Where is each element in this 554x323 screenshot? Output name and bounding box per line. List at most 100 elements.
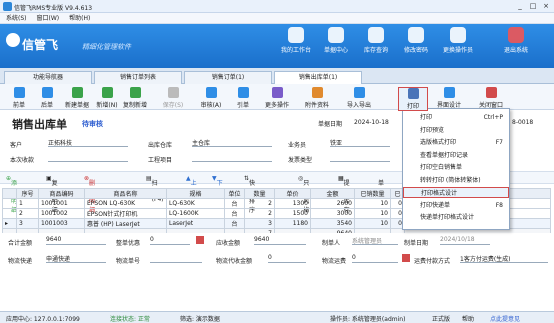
close-button[interactable]: × — [539, 1, 553, 12]
col-header[interactable]: 规格 — [166, 188, 225, 199]
print-menu-item[interactable]: 打印预览 — [403, 125, 509, 136]
tab-navigator[interactable]: 功能导航器 — [4, 71, 92, 84]
paid-by-field[interactable]: 1客方付运费(生成) — [460, 254, 548, 263]
table-cell[interactable]: 1500 — [274, 208, 311, 219]
collect-field[interactable] — [48, 153, 128, 162]
copy-add-button[interactable]: 复制新增 — [120, 87, 150, 109]
print-button[interactable]: 打印 — [398, 87, 428, 111]
stock-lookup-button[interactable]: ▦ 提货库存 — [338, 175, 350, 214]
table-cell[interactable]: LQ-1600K — [166, 208, 225, 219]
print-menu-item[interactable]: 选版格式打印 F7 — [403, 137, 509, 148]
print-menu-item[interactable]: 转转打印 (简体转繁体) — [403, 175, 509, 186]
table-cell[interactable]: 台 — [224, 198, 245, 209]
discount-field[interactable]: 0 — [150, 236, 190, 245]
col-header[interactable]: 序号 — [16, 188, 39, 199]
table-cell[interactable]: 3000 — [310, 208, 355, 219]
logistics-no-field[interactable] — [150, 254, 202, 263]
add-detail-button[interactable]: ⊕ 添加明细 — [6, 175, 17, 214]
warehouse-field[interactable]: 主仓库 — [192, 138, 272, 147]
table-cell[interactable]: 2 — [244, 198, 275, 209]
col-header[interactable]: 金额 — [310, 188, 355, 199]
col-header[interactable]: 单价 — [274, 188, 311, 199]
print-menu-item[interactable]: 打印空白销售单 — [403, 162, 509, 173]
nav-workbench[interactable]: 我的工作台 — [276, 27, 316, 54]
table-cell[interactable]: 2 — [16, 208, 39, 219]
table-cell[interactable]: 1 — [16, 198, 39, 209]
project-field[interactable] — [192, 153, 272, 162]
table-cell[interactable]: 1001001 — [38, 198, 85, 209]
move-up-button[interactable]: ▲ 上移 — [186, 175, 197, 196]
customer-field[interactable]: 正拓科技 — [48, 138, 128, 147]
date-value[interactable]: 2024-10-18 — [354, 119, 389, 126]
tab-sales-order[interactable]: 销售订单(1) — [184, 71, 272, 84]
print-menu-item[interactable]: 打印快递单 F8 — [403, 200, 509, 211]
col-header[interactable]: 已销数量 — [354, 188, 391, 199]
table-cell[interactable]: 1300 — [274, 198, 311, 209]
scan-button[interactable]: ▤ 扫码(F4) — [146, 175, 164, 203]
freight-field[interactable]: 0 — [268, 254, 306, 263]
nav-stock[interactable]: 库存查询 — [356, 27, 396, 54]
table-cell[interactable]: 台 — [224, 208, 245, 219]
add-button[interactable]: 新增(N) — [92, 87, 122, 109]
new-doc-button[interactable]: 新建单据 — [62, 87, 92, 109]
copy-detail-button[interactable]: ▣ 复制明细 — [46, 175, 58, 214]
status-help[interactable]: 帮助 — [462, 314, 474, 323]
minimize-button[interactable]: _ — [513, 1, 527, 12]
row-marker[interactable] — [2, 208, 17, 219]
table-cell[interactable]: 台 — [224, 218, 245, 229]
print-menu-item[interactable]: 快递单打印格式设计 — [403, 212, 509, 223]
table-cell[interactable]: LQ-630K — [166, 198, 225, 209]
close-window-button[interactable]: 关闭窗口 — [476, 87, 506, 109]
code-style-button[interactable]: ◎ 只码风格 — [298, 175, 309, 214]
table-cell[interactable]: 3 — [244, 218, 275, 229]
table-cell[interactable]: 10 — [354, 208, 391, 219]
table-cell[interactable]: EPSON LQ-630K — [84, 198, 167, 209]
invoice-field[interactable] — [330, 153, 390, 162]
quick-sort-button[interactable]: ⇅ 快速排序 — [244, 175, 255, 214]
doc-number[interactable]: 8-0018 — [512, 119, 533, 126]
import-doc-button[interactable]: 引单 — [228, 87, 258, 109]
prev-doc-button[interactable]: 前单 — [4, 87, 34, 109]
table-cell[interactable]: 2600 — [310, 198, 355, 209]
nav-switch-user[interactable]: 更换操作员 — [438, 27, 478, 54]
table-cell[interactable]: 10 — [354, 218, 391, 229]
next-doc-button[interactable]: 后单 — [32, 87, 62, 109]
table-cell[interactable]: 3 — [16, 218, 39, 229]
menu-window[interactable]: 窗口(W) — [37, 13, 60, 24]
table-cell[interactable]: 2 — [244, 208, 275, 219]
print-menu-item[interactable]: 查看单据打印记录 — [403, 150, 509, 161]
freight-fee-field[interactable]: 0 — [352, 254, 398, 263]
move-down-button[interactable]: ▼ 下移 — [212, 175, 223, 196]
more-actions-button[interactable]: 更多操作 — [262, 87, 292, 109]
nav-exit[interactable]: 退出系统 — [496, 27, 536, 54]
col-header[interactable]: 单位 — [224, 188, 245, 199]
table-cell[interactable]: 1001002 — [38, 208, 85, 219]
table-cell[interactable]: 3540 — [310, 218, 355, 229]
print-menu-item[interactable]: 打印 Ctrl+P — [403, 112, 509, 123]
nav-documents[interactable]: 单据中心 — [316, 27, 356, 54]
col-header[interactable]: 数量 — [244, 188, 275, 199]
table-cell[interactable]: 10 — [354, 198, 391, 209]
logistics-field[interactable]: 申通快递 — [46, 254, 106, 263]
tab-order-list[interactable]: 销售订单列表 — [94, 71, 182, 84]
delete-detail-button[interactable]: ⊗ 删除明细 — [84, 175, 95, 214]
save-button[interactable]: 保存(S) — [158, 87, 188, 109]
menu-help[interactable]: 帮助(H) — [69, 13, 90, 24]
table-cell[interactable]: 惠普 (HP) LaserJet — [84, 218, 167, 229]
discount-flag-icon[interactable] — [196, 236, 204, 244]
approve-button[interactable]: 审核(A) — [196, 87, 226, 109]
table-cell[interactable]: LaserJet — [166, 218, 225, 229]
maximize-button[interactable]: □ — [526, 1, 540, 12]
status-feedback[interactable]: 点此提意见 — [490, 314, 520, 323]
tab-sales-outbound[interactable]: 销售出库单(1) — [274, 71, 362, 84]
col-header[interactable]: 商品编码 — [38, 188, 85, 199]
import-export-button[interactable]: 导入导出 — [344, 87, 374, 109]
nav-password[interactable]: 修改密码 — [396, 27, 436, 54]
attachment-button[interactable]: 附件资料 — [302, 87, 332, 109]
row-marker[interactable] — [2, 198, 17, 209]
table-cell[interactable]: 1180 — [274, 218, 311, 229]
col-header[interactable]: 商品名称 — [84, 188, 167, 199]
print-menu-item[interactable]: 打印格式设计 — [403, 187, 509, 198]
menu-system[interactable]: 系统(S) — [6, 13, 27, 24]
table-cell[interactable]: EPSON针式打印机 — [84, 208, 167, 219]
